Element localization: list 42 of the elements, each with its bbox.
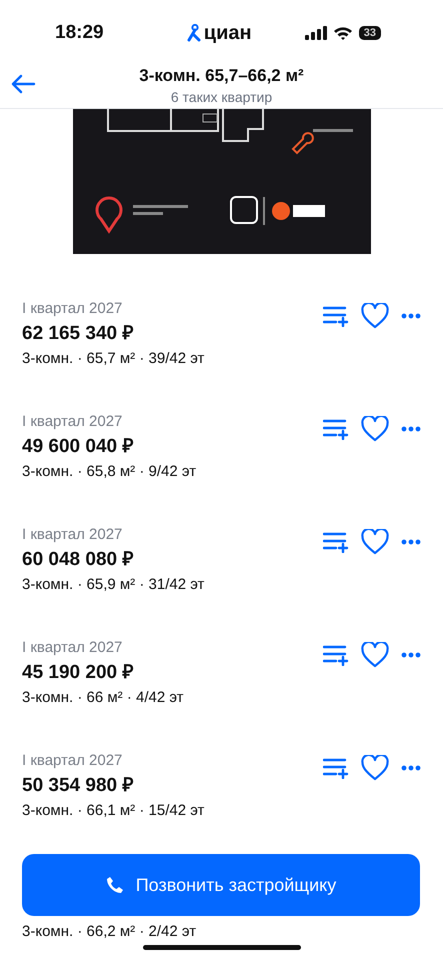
heart-icon[interactable] <box>361 642 389 668</box>
add-to-list-icon[interactable] <box>323 644 349 666</box>
more-icon[interactable] <box>401 313 421 319</box>
signal-icon <box>304 26 327 40</box>
battery-level: 33 <box>358 26 381 40</box>
handover-date: I квартал 2027 <box>22 638 124 658</box>
handover-date: I квартал 2027 <box>22 412 124 432</box>
page-subtitle: 6 таких квартир <box>170 89 272 105</box>
app-logo: циан <box>204 22 252 44</box>
more-icon[interactable] <box>401 539 421 545</box>
call-developer-button[interactable]: Позвонить застройщику <box>22 854 420 916</box>
price: 45 190 200 ₽ <box>22 661 134 685</box>
price: 50 354 980 ₽ <box>22 774 134 798</box>
handover-date: I квартал 2027 <box>22 525 124 545</box>
apartment-details: 3-комн. · 65,8 м² · 9/42 эт <box>22 462 196 482</box>
wifi-icon <box>332 26 353 40</box>
more-icon[interactable] <box>401 652 421 658</box>
add-to-list-icon[interactable] <box>323 418 349 440</box>
heart-icon[interactable] <box>361 755 389 781</box>
add-to-list-icon[interactable] <box>323 757 349 779</box>
add-to-list-icon[interactable] <box>323 531 349 553</box>
apartment-details: 3-комн. · 66,2 м² · 2/42 эт <box>22 922 196 942</box>
heart-icon[interactable] <box>361 529 389 555</box>
handover-date: I квартал 2027 <box>22 751 124 771</box>
price: 49 600 040 ₽ <box>22 435 134 459</box>
more-icon[interactable] <box>401 426 421 432</box>
phone-icon <box>106 876 124 894</box>
heart-icon[interactable] <box>361 303 389 329</box>
status-time: 18:29 <box>55 22 104 44</box>
apartment-details: 3-комн. · 66,1 м² · 15/42 эт <box>22 801 204 821</box>
apartment-details: 3-комн. · 65,7 м² · 39/42 эт <box>22 349 204 369</box>
page-title: 3-комн. 65,7–66,2 м² <box>139 66 304 86</box>
price: 60 048 080 ₽ <box>22 548 134 572</box>
more-icon[interactable] <box>401 765 421 771</box>
apartment-details: 3-комн. · 65,9 м² · 31/42 эт <box>22 575 204 595</box>
pin-person-icon <box>186 24 201 42</box>
price: 62 165 340 ₽ <box>22 322 134 346</box>
handover-date: I квартал 2027 <box>22 299 124 319</box>
heart-icon[interactable] <box>361 416 389 442</box>
apartment-details: 3-комн. · 66 м² · 4/42 эт <box>22 688 184 708</box>
back-arrow-icon[interactable] <box>10 74 36 94</box>
add-to-list-icon[interactable] <box>323 305 349 327</box>
